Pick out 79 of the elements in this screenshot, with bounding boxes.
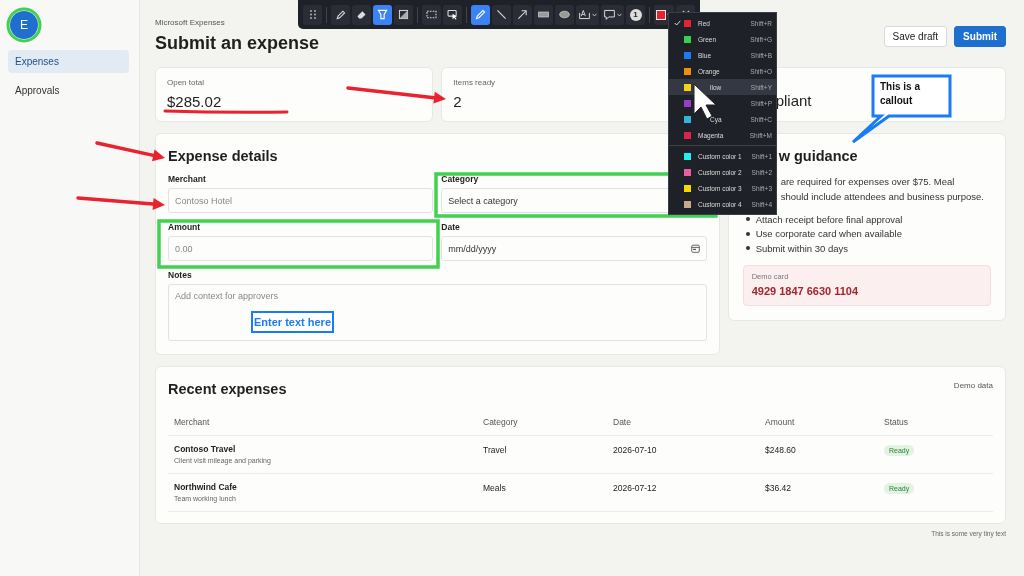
- highlighter-tool[interactable]: [373, 4, 392, 25]
- eraser-tool[interactable]: [352, 4, 371, 25]
- app-name: Microsoft Expenses: [155, 18, 226, 27]
- stat-label: Open total: [167, 78, 205, 88]
- text-annotation: Enter text here: [251, 311, 334, 333]
- stat-value: 2: [453, 93, 462, 110]
- bullet-text: Use corporate card when available: [755, 228, 902, 240]
- callout-tool[interactable]: [601, 4, 624, 25]
- eraser-icon: [355, 8, 368, 21]
- save-draft-button[interactable]: Save draft: [883, 26, 948, 47]
- stat-value: $285.02: [167, 93, 222, 110]
- guidance-text: should include attendees and business purpose.: [780, 190, 985, 204]
- column-header: Status: [883, 416, 910, 429]
- table-cell-text: $248.60: [764, 444, 797, 455]
- merchant-name: Contoso Travel: [174, 444, 237, 454]
- callout-text: This is a callout: [879, 80, 921, 108]
- pen-icon: [334, 8, 347, 21]
- field-label: Notes: [168, 270, 192, 280]
- column-header: Amount: [764, 416, 796, 429]
- field-label: Amount: [168, 222, 201, 232]
- bullet-text: Attach receipt before final approval: [755, 213, 903, 225]
- sidebar-item[interactable]: Approvals: [8, 79, 129, 102]
- selection-tool[interactable]: [422, 4, 441, 25]
- selection-icon: [425, 8, 438, 21]
- grip-icon: [309, 10, 316, 19]
- card-number: 4929 1847 6630 1104: [751, 284, 859, 297]
- bullet-icon: [745, 246, 750, 251]
- fill-tool[interactable]: [394, 4, 413, 25]
- table-cell-text: 2026-07-10: [612, 444, 658, 455]
- table-cell-text: 2026-07-12: [612, 482, 658, 493]
- bullet-text: Submit within 30 days: [755, 242, 849, 254]
- field-label: Category: [441, 174, 479, 184]
- sidebar-item[interactable]: Expenses: [8, 50, 129, 73]
- stat-value: pliant: [775, 92, 812, 109]
- pen-tool[interactable]: [331, 4, 350, 25]
- text-tool[interactable]: [576, 4, 599, 25]
- fill-icon: [397, 8, 410, 21]
- calendar-icon: [690, 244, 700, 253]
- pencil-icon: [474, 8, 487, 21]
- ellipse-icon: [558, 8, 571, 21]
- step-number-tool[interactable]: 1: [626, 4, 645, 25]
- input-field[interactable]: 0.00: [168, 236, 434, 261]
- bullet-icon: [745, 217, 750, 222]
- pencil-tool[interactable]: [471, 4, 490, 25]
- guidance-text: are required for expenses over $75. Meal: [780, 175, 956, 189]
- line-icon: [495, 8, 508, 21]
- highlighter-icon: [376, 8, 389, 21]
- table-cell-text: Meals: [482, 482, 507, 493]
- ellipse-tool[interactable]: [555, 4, 574, 25]
- pointer-icon: [446, 8, 459, 21]
- rectangle-icon: [537, 8, 550, 21]
- step-number: 1: [629, 8, 642, 21]
- line-tool[interactable]: [492, 4, 511, 25]
- pointer-tool[interactable]: [443, 4, 462, 25]
- date-field[interactable]: mm/dd/yyyy: [441, 236, 707, 261]
- demo-data-label: Demo data: [953, 381, 993, 390]
- text-box-icon: [578, 8, 591, 21]
- arrow-tool[interactable]: [513, 4, 532, 25]
- submit-button[interactable]: Submit: [954, 26, 1006, 47]
- check-icon: [674, 20, 681, 26]
- section-title: Expense details: [168, 148, 278, 164]
- table-cell-text: $36.42: [764, 482, 792, 493]
- column-header: Category: [482, 416, 519, 429]
- section-title: Recent expenses: [168, 381, 287, 397]
- column-header: Date: [612, 416, 632, 429]
- field-label: Merchant: [168, 174, 206, 184]
- stat-label: Items ready: [453, 78, 497, 88]
- page-title: Submit an expense: [155, 33, 320, 54]
- section-title: w guidance: [778, 148, 858, 164]
- column-header: Merchant: [173, 416, 211, 429]
- speech-bubble-icon: [603, 8, 616, 21]
- input-field[interactable]: Contoso Hotel: [168, 188, 434, 213]
- rectangle-tool[interactable]: [534, 4, 553, 25]
- field-label: Date: [441, 222, 460, 232]
- arrow-icon: [516, 8, 529, 21]
- bullet-icon: [745, 231, 750, 236]
- table-cell-text: Travel: [482, 444, 508, 455]
- merchant-name: Northwind Cafe: [174, 482, 238, 492]
- drag-handle[interactable]: [303, 4, 322, 25]
